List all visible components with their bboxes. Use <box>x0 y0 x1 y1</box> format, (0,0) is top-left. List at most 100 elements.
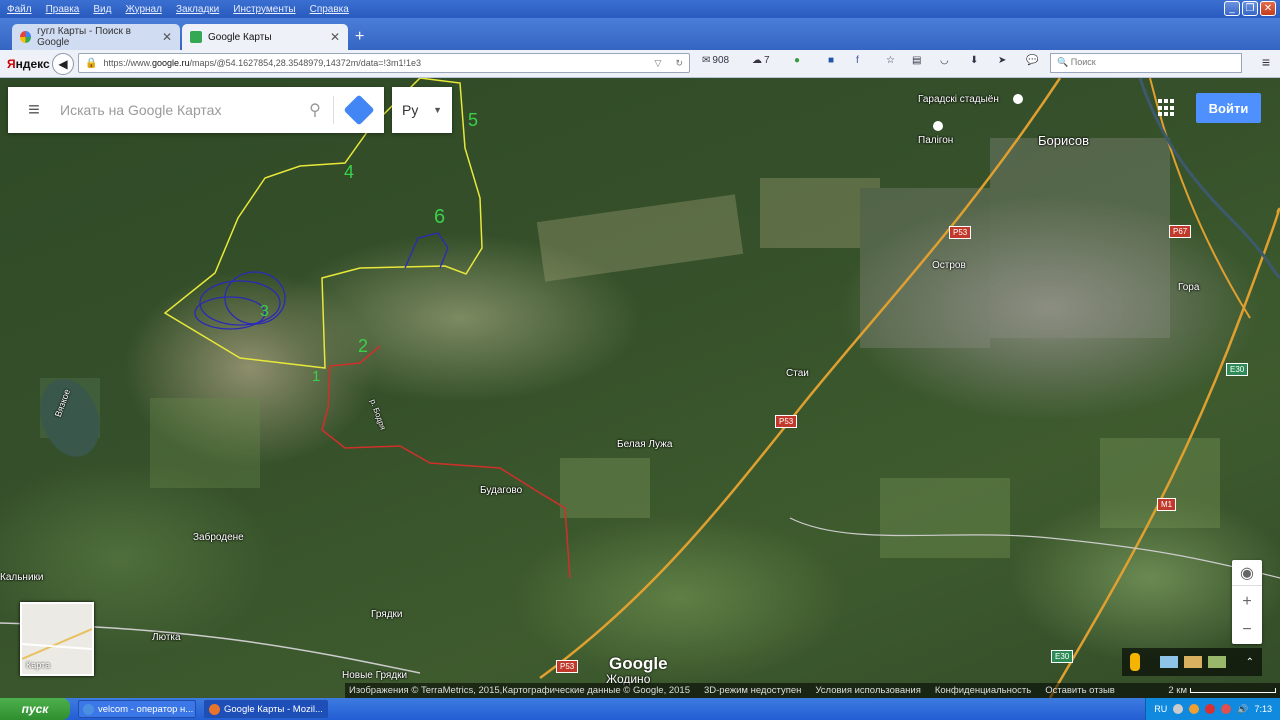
apps-grid-icon[interactable] <box>1158 99 1176 117</box>
close-icon[interactable]: ✕ <box>1260 1 1276 16</box>
place-gora[interactable]: Гора <box>1178 282 1199 293</box>
annotation-2: 2 <box>358 336 369 356</box>
place-garad-stadium[interactable]: Гарадскі стадыён <box>918 94 999 105</box>
my-location-icon[interactable]: ◉ <box>1232 560 1262 586</box>
satellite-map[interactable]: 1 2 3 4 5 6 Гарадскі стадыён Палігон Бор… <box>0 78 1280 698</box>
pocket-icon[interactable]: ◡ <box>940 55 949 66</box>
bookmark-star-icon[interactable]: ☆ <box>886 55 895 66</box>
tray-icon-app[interactable] <box>1189 704 1200 714</box>
chevron-up-icon[interactable]: ⌃ <box>1246 657 1254 668</box>
address-bar[interactable]: 🔒 https://www.google.ru/maps/@54.1627854… <box>78 53 690 73</box>
map-type-toggle[interactable]: Карта <box>20 602 94 676</box>
annotation-5: 5 <box>468 110 479 130</box>
imagery-thumb-2[interactable] <box>1184 656 1202 668</box>
menu-edit[interactable]: Правка <box>39 4 87 15</box>
menu-bookmarks[interactable]: Закладки <box>169 4 226 15</box>
place-novye-gryadki[interactable]: Новые Грядки <box>342 670 407 681</box>
tray-icon-network[interactable] <box>1173 704 1184 714</box>
menu-file[interactable]: Файл <box>0 4 39 15</box>
facebook-icon[interactable]: f <box>856 55 859 66</box>
taskbar-item-firefox[interactable]: Google Карты - Mozil... <box>204 700 328 718</box>
shield-e30: E30 <box>1226 363 1249 376</box>
menu-view[interactable]: Вид <box>86 4 118 15</box>
clipboard-icon[interactable]: ▤ <box>912 55 921 66</box>
tray-icon-opera[interactable] <box>1205 704 1216 714</box>
chat-icon[interactable]: 💬 <box>1026 55 1038 66</box>
tab-google-maps[interactable]: Google Карты ✕ <box>182 24 348 50</box>
zoom-in-button[interactable]: + <box>1232 588 1262 616</box>
menu-help[interactable]: Справка <box>303 4 356 15</box>
extension-b-icon[interactable]: ■ <box>828 55 834 66</box>
language-value: Ру <box>402 102 419 118</box>
stadium-icon <box>1013 94 1023 104</box>
privacy-link[interactable]: Конфиденциальность <box>935 685 1031 696</box>
maximize-icon[interactable]: ❐ <box>1242 1 1258 16</box>
feedback-link[interactable]: Оставить отзыв <box>1045 685 1115 696</box>
shield-p53: P53 <box>949 226 972 239</box>
clock: 7:13 <box>1254 704 1272 714</box>
weather-value: 7 <box>764 55 770 66</box>
place-palygon[interactable]: Палігон <box>918 135 953 146</box>
scale-bar[interactable]: 2 км <box>1168 685 1276 696</box>
search-icon[interactable]: ⚲ <box>297 100 333 120</box>
speaker-icon[interactable]: 🔊 <box>1237 704 1248 715</box>
maps-search-input[interactable]: Искать на Google Картах <box>60 102 297 118</box>
reload-icon[interactable]: ↻ <box>675 58 683 69</box>
tray-icon-antivirus[interactable] <box>1221 704 1232 714</box>
map-footer: Изображения © TerraMetrics, 2015,Картогр… <box>345 683 1280 698</box>
imagery-thumb-3[interactable] <box>1208 656 1226 668</box>
browser-menu-icon[interactable]: ≡ <box>1262 54 1270 70</box>
new-tab-icon[interactable]: + <box>355 28 364 46</box>
window-controls: _ ❐ ✕ <box>1224 1 1276 16</box>
tab-bar: гугл Карты - Поиск в Google ✕ Google Кар… <box>0 18 1280 50</box>
url-text: https://www.google.ru/maps/@54.1627854,2… <box>103 58 422 68</box>
terms-link[interactable]: Условия использования <box>815 685 920 696</box>
yandex-logo[interactable]: Яндекс <box>0 57 50 71</box>
imagery-thumb-1[interactable] <box>1160 656 1178 668</box>
close-tab-icon[interactable]: ✕ <box>330 30 340 44</box>
cloud-icon: ☁ <box>752 55 762 66</box>
pegman-icon[interactable] <box>1130 653 1140 671</box>
browser-search-input[interactable]: 🔍 Поиск <box>1050 53 1242 73</box>
zoom-out-button[interactable]: − <box>1232 616 1262 644</box>
minimap-label: Карта <box>26 660 51 670</box>
map-overlay <box>0 78 1280 698</box>
place-stai[interactable]: Стаи <box>786 368 809 379</box>
menu-bar: Файл Правка Вид Журнал Закладки Инструме… <box>0 0 1280 18</box>
field-patches <box>40 138 1220 558</box>
language-indicator[interactable]: RU <box>1154 704 1167 714</box>
extension-icon[interactable]: ● <box>794 55 800 66</box>
shield-p53: P53 <box>775 415 798 428</box>
minimize-icon[interactable]: _ <box>1224 1 1240 16</box>
start-button[interactable]: пуск <box>0 698 70 720</box>
maps-menu-icon[interactable]: ≡ <box>8 99 60 122</box>
place-gryadki[interactable]: Грядки <box>371 609 403 620</box>
menu-tools[interactable]: Инструменты <box>226 4 302 15</box>
place-lyutka[interactable]: Лютка <box>152 632 181 643</box>
lock-icon: 🔒 <box>85 57 98 69</box>
place-ostrov[interactable]: Остров <box>932 260 966 271</box>
dropdown-arrow-icon[interactable]: ▽ <box>655 58 662 69</box>
send-icon[interactable]: ➤ <box>998 55 1006 66</box>
login-button[interactable]: Войти <box>1196 93 1261 123</box>
language-select[interactable]: Ру ▼ <box>392 87 452 133</box>
chevron-down-icon: ▼ <box>433 105 442 115</box>
place-borisov[interactable]: Борисов <box>1038 133 1089 148</box>
close-tab-icon[interactable]: ✕ <box>162 30 172 44</box>
red-route <box>321 345 571 579</box>
maps-search-panel: ≡ Искать на Google Картах ⚲ <box>8 87 384 133</box>
mail-widget[interactable]: ✉ 908 <box>702 55 729 66</box>
weather-widget[interactable]: ☁ 7 <box>752 55 770 66</box>
tab-google-search[interactable]: гугл Карты - Поиск в Google ✕ <box>12 24 180 50</box>
directions-button[interactable] <box>334 94 384 126</box>
google-favicon-icon <box>20 31 32 43</box>
place-belaya-luzha[interactable]: Белая Лужа <box>617 439 672 450</box>
place-zabrodene[interactable]: Забродене <box>193 532 244 543</box>
menu-history[interactable]: Журнал <box>118 4 169 15</box>
place-kalniki[interactable]: Кальники <box>0 572 44 583</box>
taskbar-item-velcom[interactable]: velcom - оператор н... <box>78 700 196 718</box>
annotation-6: 6 <box>434 206 446 228</box>
place-budagovo[interactable]: Будагово <box>480 485 522 496</box>
back-arrow-icon[interactable]: ◀ <box>52 52 74 75</box>
download-icon[interactable]: ⬇ <box>970 55 978 66</box>
